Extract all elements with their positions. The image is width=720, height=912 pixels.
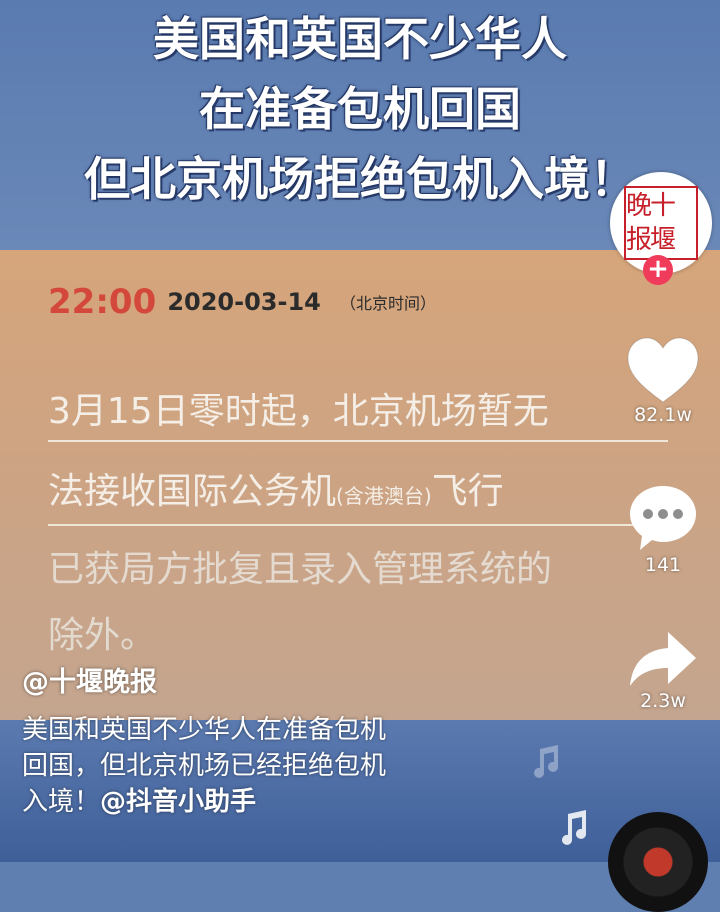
notice-line-1: 3月15日零时起，北京机场暂无 (48, 388, 668, 442)
notice-line-2-b: 飞行 (431, 471, 504, 512)
notice-line-2-small: (含港澳台) (336, 484, 432, 508)
notice-line-2-a: 法接收国际公务机 (48, 471, 337, 512)
headline-line-3: 但北京机场拒绝包机入境！ (84, 152, 636, 206)
music-note-icon (534, 745, 558, 778)
like-button[interactable]: 82.1w (618, 336, 708, 426)
mention-link[interactable]: @抖音小助手 (100, 787, 256, 817)
notice-date: 2020-03-14 (167, 288, 321, 316)
heart-icon (627, 337, 699, 403)
like-count: 82.1w (634, 404, 692, 426)
notice-line-4: 除外。 (48, 615, 157, 656)
caption-line-3: 入境！@抖音小助手 (22, 784, 522, 820)
follow-button[interactable]: + (643, 255, 673, 285)
caption-line-3-text: 入境！ (22, 787, 101, 817)
caption-line-2: 回国，但北京机场已经拒绝包机 (22, 751, 387, 781)
post-caption: 美国和英国不少华人在准备包机 回国，但北京机场已经拒绝包机 入境！@抖音小助手 (22, 712, 522, 820)
music-disc[interactable] (608, 812, 708, 912)
notice-timestamp: 22:00 2020-03-14 （北京时间） (48, 282, 436, 322)
comment-button[interactable]: 141 (618, 482, 708, 576)
share-count: 2.3w (640, 690, 686, 712)
notice-line-2: 法接收国际公务机(含港澳台)飞行 (48, 468, 668, 526)
comment-icon (630, 486, 696, 550)
share-button[interactable]: 2.3w (618, 628, 708, 712)
headline-line-2: 在准备包机回国 (199, 82, 521, 136)
music-note-icon-2 (562, 810, 586, 845)
notice-timezone: （北京时间） (339, 294, 436, 313)
author-handle[interactable]: @十堰晚报 (22, 660, 157, 699)
caption-line-1: 美国和英国不少华人在准备包机 (22, 715, 387, 745)
avatar-logo: 晚十报堰 (624, 186, 698, 260)
notice-time: 22:00 (48, 282, 157, 322)
video-headline: 美国和英国不少华人 在准备包机回国 但北京机场拒绝包机入境！ (0, 4, 720, 214)
comment-count: 141 (644, 554, 682, 576)
share-arrow-icon (630, 632, 696, 686)
headline-line-1: 美国和英国不少华人 (153, 12, 567, 66)
notice-line-3: 已获局方批复且录入管理系统的 (48, 549, 553, 590)
